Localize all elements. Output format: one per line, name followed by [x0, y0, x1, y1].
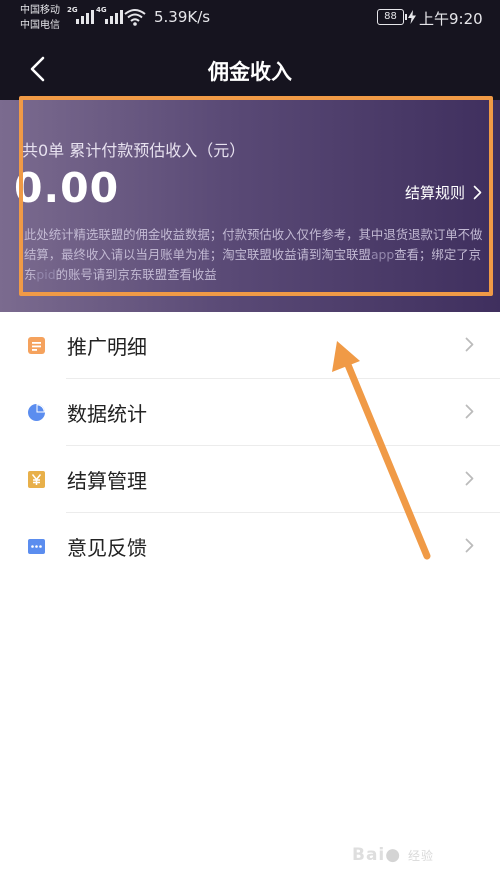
menu-item-data-statistics[interactable]: 数据统计 — [0, 379, 500, 446]
note-text: 的账号请到京东联盟查看收益 — [55, 267, 217, 282]
chevron-right-icon — [465, 471, 474, 486]
clock: 上午9:20 — [419, 10, 483, 28]
header: 佣金收入 — [0, 38, 500, 100]
signal-icon — [105, 10, 123, 24]
chat-bubble-icon — [28, 539, 45, 554]
earnings-amount: 0.00 — [14, 164, 120, 212]
baidu-watermark: Bai● 经验 — [352, 845, 434, 865]
menu-item-label: 数据统计 — [67, 402, 147, 426]
page-title: 佣金收入 — [208, 60, 292, 84]
menu-list: 推广明细 数据统计 结算管理 意见反馈 — [0, 312, 500, 580]
note-text-app: app — [370, 247, 395, 262]
chevron-right-icon — [465, 337, 474, 352]
chevron-right-icon — [465, 404, 474, 419]
charging-icon — [408, 10, 416, 24]
status-bar: 中国移动 中国电信 2G 4G 5.39K/s 88 上午9:20 — [0, 0, 500, 38]
yen-icon — [28, 471, 45, 488]
network-speed: 5.39K/s — [154, 8, 211, 26]
battery-icon: 88 — [377, 9, 407, 25]
document-icon — [28, 337, 45, 354]
menu-item-promotion-details[interactable]: 推广明细 — [0, 312, 500, 379]
settlement-rules-link[interactable]: 结算规则 — [405, 182, 482, 203]
menu-item-label: 推广明细 — [67, 335, 147, 359]
earnings-caption: 共0单 累计付款预估收入（元） — [22, 141, 246, 160]
earnings-summary: 共0单 累计付款预估收入（元） 0.00 结算规则 此处统计精选联盟的佣金收益数… — [0, 100, 500, 312]
signal-icon — [76, 10, 94, 24]
menu-item-feedback[interactable]: 意见反馈 — [0, 513, 500, 580]
wifi-icon — [124, 9, 146, 26]
watermark-text: Bai — [352, 845, 386, 865]
carrier-2: 中国电信 — [20, 20, 60, 31]
note-text-pid: pid — [36, 267, 56, 282]
carrier-info: 中国移动 中国电信 — [20, 3, 60, 33]
watermark-suffix: 经验 — [408, 849, 435, 863]
carrier-1: 中国移动 — [20, 5, 60, 16]
menu-item-label: 结算管理 — [67, 469, 147, 493]
paw-icon: ● — [385, 845, 402, 865]
chevron-right-icon — [465, 538, 474, 553]
menu-item-settlement-management[interactable]: 结算管理 — [0, 446, 500, 513]
earnings-note: 此处统计精选联盟的佣金收益数据；付款预估收入仅作参考，其中退货退款订单不做结算，… — [24, 225, 490, 285]
pie-chart-icon — [28, 404, 45, 421]
settlement-rules-label: 结算规则 — [404, 184, 465, 202]
menu-item-label: 意见反馈 — [67, 536, 147, 560]
chevron-right-icon — [473, 185, 482, 200]
